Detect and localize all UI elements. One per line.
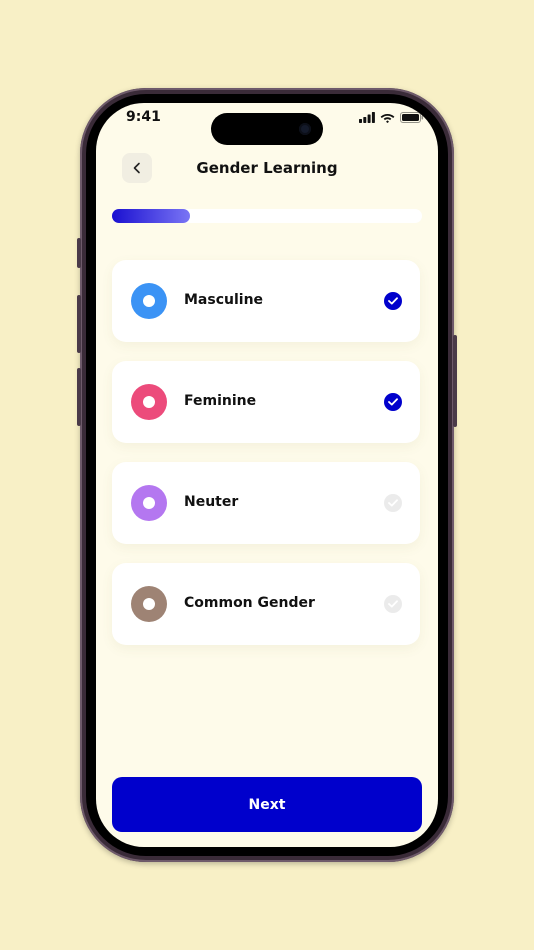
option-label: Feminine: [184, 393, 257, 409]
radio-dot-icon: [131, 384, 167, 420]
wifi-icon: [380, 114, 395, 123]
status-icons: [359, 112, 424, 123]
phone-power-button: [453, 335, 457, 427]
next-button[interactable]: Next: [112, 777, 422, 832]
radio-dot-icon: [131, 283, 167, 319]
progress-fill: [112, 209, 190, 223]
radio-dot-icon: [131, 485, 167, 521]
check-circle-icon: [384, 595, 402, 613]
radio-dot-icon: [131, 586, 167, 622]
page-title: Gender Learning: [196, 159, 338, 177]
option-feminine[interactable]: Feminine: [112, 361, 420, 443]
signal-icon: [359, 112, 375, 123]
status-time: 9:41: [126, 109, 161, 125]
option-neuter[interactable]: Neuter: [112, 462, 420, 544]
phone-volume-down: [77, 368, 81, 426]
check-circle-icon: [384, 494, 402, 512]
check-circle-icon: [384, 393, 402, 411]
dynamic-island: [211, 113, 323, 145]
phone-mute-switch: [77, 238, 81, 268]
battery-icon: [400, 112, 424, 123]
camera-icon: [299, 123, 311, 135]
phone-volume-up: [77, 295, 81, 353]
option-masculine[interactable]: Masculine: [112, 260, 420, 342]
check-circle-icon: [384, 292, 402, 310]
progress-bar: [112, 209, 422, 223]
option-common-gender[interactable]: Common Gender: [112, 563, 420, 645]
gender-options-list: Masculine Feminine Neuter Common Gender: [112, 260, 420, 664]
app-screen: 9:41 Gender Learning Masculine Feminine …: [96, 103, 438, 847]
option-label: Masculine: [184, 292, 264, 308]
option-label: Neuter: [184, 494, 239, 510]
option-label: Common Gender: [184, 595, 315, 611]
